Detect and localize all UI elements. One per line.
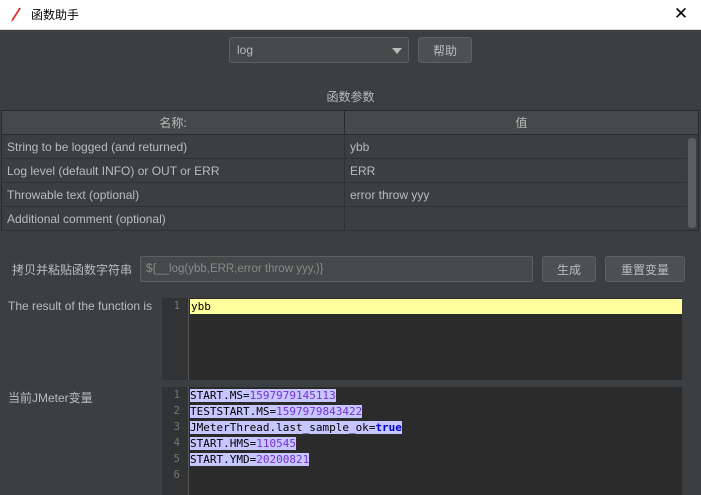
params-scrollbar[interactable] bbox=[687, 136, 697, 230]
table-row[interactable]: Additional comment (optional) bbox=[2, 207, 688, 231]
reset-variables-button[interactable]: 重置变量 bbox=[605, 256, 685, 282]
result-line: ybb bbox=[190, 299, 682, 314]
params-table-header: 名称: 值 bbox=[2, 111, 698, 135]
var-value: 1597979145113 bbox=[249, 389, 336, 402]
window-title: 函数助手 bbox=[31, 8, 80, 22]
var-key: START.YMD bbox=[190, 453, 250, 466]
params-section-title: 函数参数 bbox=[326, 90, 375, 104]
function-string-field[interactable]: ${__log(ybb,ERR,error throw yyy,)} bbox=[140, 256, 533, 282]
line-number: 1 bbox=[173, 389, 180, 401]
line-number: 5 bbox=[173, 453, 180, 465]
param-value[interactable] bbox=[345, 207, 688, 230]
close-icon[interactable]: ✕ bbox=[670, 3, 692, 25]
table-row[interactable]: Log level (default INFO) or OUT or ERR E… bbox=[2, 159, 688, 183]
copy-paste-label: 拷贝并粘贴函数字符串 bbox=[12, 263, 133, 277]
params-table: 名称: 值 String to be logged (and returned)… bbox=[1, 110, 699, 231]
line-number: 6 bbox=[173, 469, 180, 481]
param-name: Additional comment (optional) bbox=[2, 207, 345, 230]
var-key: START.HMS bbox=[190, 437, 250, 450]
jmeter-vars-editor[interactable]: 1 START.MS=1597979145113 2 TESTSTART.MS=… bbox=[162, 387, 682, 495]
param-name: String to be logged (and returned) bbox=[2, 135, 345, 158]
scrollbar-thumb[interactable] bbox=[688, 138, 696, 228]
var-value: 1597979843422 bbox=[276, 405, 363, 418]
line-number: 1 bbox=[173, 300, 180, 312]
column-header-name[interactable]: 名称: bbox=[2, 111, 345, 134]
jmeter-vars-label: 当前JMeter变量 bbox=[8, 391, 93, 405]
var-value: 20200821 bbox=[256, 453, 310, 466]
function-select[interactable]: log bbox=[229, 37, 409, 63]
param-name: Throwable text (optional) bbox=[2, 183, 345, 206]
var-line: START.MS=1597979145113 bbox=[190, 388, 336, 403]
line-number: 3 bbox=[173, 421, 180, 433]
table-row[interactable]: Throwable text (optional) error throw yy… bbox=[2, 183, 688, 207]
function-select-value: log bbox=[237, 43, 254, 57]
var-eq: = bbox=[242, 389, 250, 402]
param-value[interactable]: error throw yyy bbox=[345, 183, 688, 206]
feather-pen-icon bbox=[8, 7, 22, 23]
column-header-value[interactable]: 值 bbox=[345, 111, 698, 134]
var-key: TESTSTART.MS bbox=[190, 405, 270, 418]
var-value: 110545 bbox=[256, 437, 296, 450]
result-editor[interactable]: 1 ybb bbox=[162, 298, 682, 380]
title-bar: 函数助手 ✕ bbox=[0, 0, 701, 30]
var-line: START.HMS=110545 bbox=[190, 436, 296, 451]
var-line: JMeterThread.last_sample_ok=true bbox=[190, 420, 402, 435]
table-row[interactable]: String to be logged (and returned) ybb bbox=[2, 135, 688, 159]
param-value[interactable]: ybb bbox=[345, 135, 688, 158]
line-number: 4 bbox=[173, 437, 180, 449]
param-value[interactable]: ERR bbox=[345, 159, 688, 182]
help-button[interactable]: 帮助 bbox=[418, 37, 472, 63]
result-text: ybb bbox=[191, 300, 211, 313]
var-line: START.YMD=20200821 bbox=[190, 452, 310, 467]
result-label: The result of the function is bbox=[8, 299, 153, 313]
var-value: true bbox=[375, 421, 402, 434]
var-key: JMeterThread.last_sample_ok bbox=[190, 421, 369, 434]
param-name: Log level (default INFO) or OUT or ERR bbox=[2, 159, 345, 182]
var-line: TESTSTART.MS=1597979843422 bbox=[190, 404, 363, 419]
chevron-down-icon bbox=[392, 48, 402, 54]
var-key: START.MS bbox=[190, 389, 243, 402]
line-number: 2 bbox=[173, 405, 180, 417]
generate-button[interactable]: 生成 bbox=[542, 256, 596, 282]
